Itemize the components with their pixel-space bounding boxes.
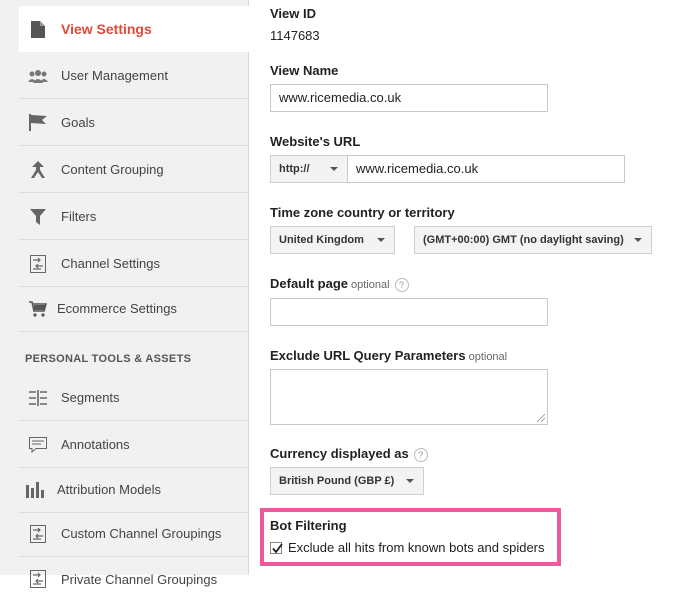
bar-chart-icon [25, 479, 47, 501]
sidebar-item-ecommerce-settings[interactable]: Ecommerce Settings [19, 286, 249, 332]
default-page-label-row: Default page optional? [270, 276, 409, 292]
timezone-country-dropdown[interactable]: United Kingdom [270, 226, 395, 254]
default-page-label: Default page [270, 276, 349, 291]
sidebar-item-label: Content Grouping [61, 162, 164, 177]
chevron-down-icon [377, 238, 385, 242]
currency-value: British Pound (GBP £) [279, 475, 395, 487]
channel-icon [27, 568, 49, 590]
sidebar-item-annotations[interactable]: Annotations [19, 422, 249, 468]
resize-grip-icon[interactable] [537, 414, 545, 422]
currency-dropdown[interactable]: British Pound (GBP £) [270, 467, 424, 495]
view-id-label: View ID [270, 6, 317, 21]
chevron-down-icon [330, 167, 338, 171]
protocol-value: http:// [279, 163, 310, 175]
section-header-personal-tools: PERSONAL TOOLS & ASSETS [25, 353, 192, 365]
timezone-country-value: United Kingdom [279, 234, 364, 246]
sidebar-item-label: Filters [61, 209, 97, 224]
view-name-input[interactable]: www.ricemedia.co.uk [270, 84, 548, 112]
bot-filtering-checkbox-label: Exclude all hits from known bots and spi… [288, 540, 545, 555]
users-icon [27, 65, 49, 87]
sidebar-item-custom-channel-groupings[interactable]: Custom Channel Groupings [19, 511, 249, 557]
view-settings-form: View ID 1147683 View Name www.ricemedia.… [249, 0, 700, 575]
chevron-down-icon [406, 479, 414, 483]
merge-arrow-icon [27, 159, 49, 181]
protocol-dropdown[interactable]: http:// [270, 155, 348, 183]
timezone-label: Time zone country or territory [270, 205, 455, 220]
timezone-zone-value: (GMT+00:00) GMT (no daylight saving) [423, 234, 624, 246]
sidebar-item-private-channel-groupings[interactable]: Private Channel Groupings [19, 556, 249, 602]
checkmark-icon [272, 542, 283, 553]
sidebar-item-label: User Management [61, 68, 168, 83]
optional-tag: optional [351, 279, 390, 291]
optional-tag: optional [468, 351, 508, 363]
segments-icon [27, 387, 49, 409]
currency-label: Currency displayed as [270, 446, 409, 461]
sidebar-item-content-grouping[interactable]: Content Grouping [19, 147, 249, 193]
sidebar-item-segments[interactable]: Segments [19, 375, 249, 421]
default-page-input[interactable] [270, 298, 548, 326]
sidebar-item-label: Ecommerce Settings [57, 301, 177, 316]
document-icon [27, 18, 49, 40]
chevron-down-icon [634, 238, 642, 242]
bot-filtering-label: Bot Filtering [270, 518, 347, 533]
help-icon[interactable]: ? [394, 277, 409, 292]
bot-filtering-checkbox[interactable] [270, 541, 283, 554]
timezone-zone-dropdown[interactable]: (GMT+00:00) GMT (no daylight saving) [414, 226, 652, 254]
currency-label-row: Currency displayed as? [270, 446, 428, 462]
channel-icon [27, 523, 49, 545]
sidebar-item-filters[interactable]: Filters [19, 194, 249, 240]
sidebar-item-view-settings[interactable]: View Settings [19, 6, 250, 52]
sidebar-item-attribution-models[interactable]: Attribution Models [19, 467, 249, 513]
bot-filtering-option[interactable]: Exclude all hits from known bots and spi… [270, 540, 545, 555]
flag-icon [27, 112, 49, 134]
sidebar-item-goals[interactable]: Goals [19, 100, 249, 146]
sidebar-item-user-management[interactable]: User Management [19, 53, 249, 99]
cart-icon [27, 298, 49, 320]
bot-filtering-highlight [260, 508, 561, 566]
help-icon[interactable]: ? [413, 447, 428, 462]
sidebar-item-label: Goals [61, 115, 95, 130]
view-name-label: View Name [270, 63, 339, 78]
exclude-params-label: Exclude URL Query Parameters [270, 348, 466, 363]
website-url-label: Website's URL [270, 134, 361, 149]
sidebar-item-label: Annotations [61, 437, 130, 452]
sidebar-item-label: Private Channel Groupings [61, 571, 218, 587]
channel-icon [27, 253, 49, 275]
exclude-params-label-row: Exclude URL Query Parameters optional [270, 348, 507, 363]
sidebar-item-label: View Settings [61, 21, 152, 37]
sidebar-item-label: Custom Channel Groupings [61, 526, 222, 541]
sidebar-item-channel-settings[interactable]: Channel Settings [19, 241, 249, 287]
exclude-params-textarea[interactable] [270, 369, 548, 425]
sidebar-item-label: Attribution Models [57, 482, 162, 497]
sidebar-item-label: Segments [61, 390, 120, 405]
view-id-value: 1147683 [270, 28, 320, 43]
funnel-icon [27, 206, 49, 228]
website-url-input[interactable]: www.ricemedia.co.uk [347, 155, 625, 183]
comment-icon [27, 434, 49, 456]
sidebar-item-label: Channel Settings [61, 256, 161, 271]
sidebar: View Settings User Management Goals Cont… [0, 0, 250, 588]
